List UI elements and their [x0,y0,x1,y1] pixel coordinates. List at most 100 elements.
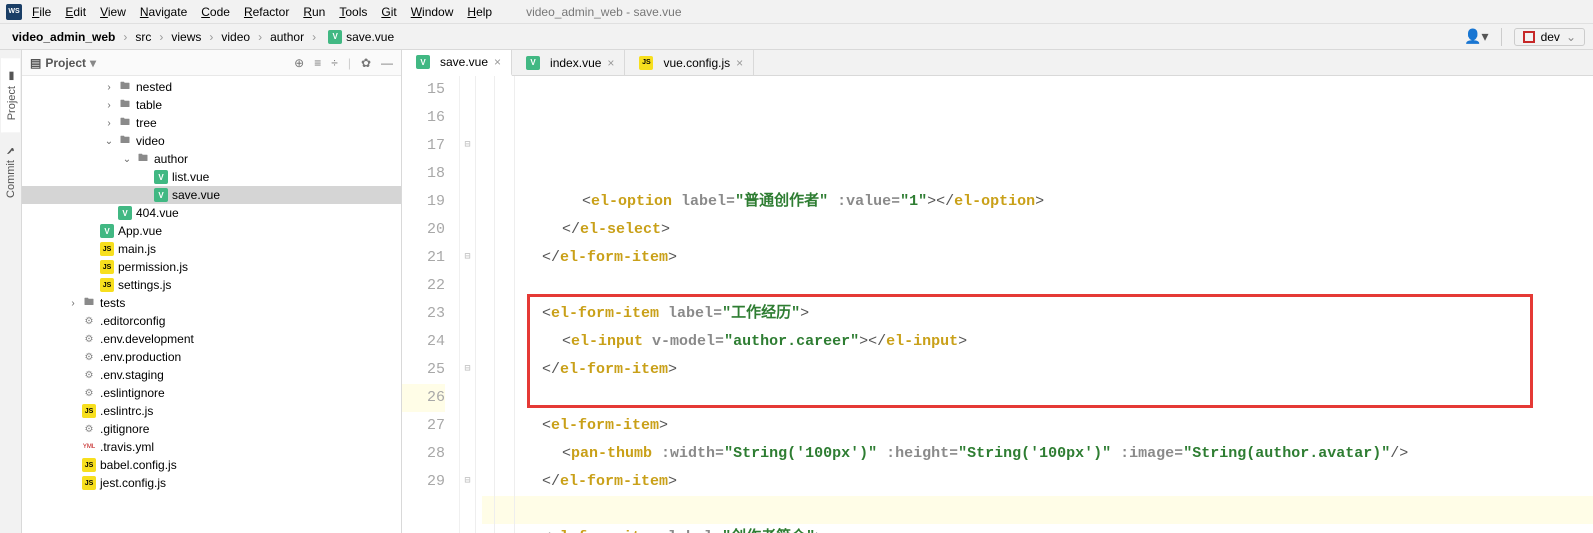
menu-edit[interactable]: Edit [65,5,86,19]
tree-node-nested[interactable]: ›🖿nested [22,78,401,96]
collapse-icon[interactable]: ÷ [331,56,338,70]
code-line[interactable]: <pan-thumb :width="String('100px')" :hei… [482,440,1593,468]
tree-node-list.vue[interactable]: ›list.vue [22,168,401,186]
code-area[interactable]: <el-option label="普通创作者" :value="1"></el… [476,76,1593,533]
tree-node-tree[interactable]: ›🖿tree [22,114,401,132]
tree-node-404.vue[interactable]: ›404.vue [22,204,401,222]
tree-node-video[interactable]: ⌄🖿video [22,132,401,150]
breadcrumb-author[interactable]: author [266,30,308,44]
tree-arrow-icon[interactable]: ⌄ [104,136,114,147]
fold-column[interactable]: ⊟ ⊟ ⊟ ⊟ [460,76,476,533]
tree-node-label: jest.config.js [100,476,166,490]
tool-tab-project[interactable]: Project ▮ [1,58,20,132]
menu-window[interactable]: Window [411,5,454,19]
gear-icon[interactable]: ✿ [361,56,371,70]
tree-node-settings.js[interactable]: ›settings.js [22,276,401,294]
run-config-dropdown[interactable]: dev ⌄ [1514,28,1585,46]
code-line[interactable]: <el-form-item label="工作经历"> [482,300,1593,328]
fold-marker[interactable] [460,188,475,216]
code-line[interactable]: <el-form-item label="创作者简介"> [482,524,1593,533]
tree-node-.eslintrc.js[interactable]: ›.eslintrc.js [22,402,401,420]
hide-icon[interactable]: — [381,56,393,70]
code-line[interactable]: </el-form-item> [482,356,1593,384]
tree-node-.env.staging[interactable]: ›.env.staging [22,366,401,384]
tree-node-.env.production[interactable]: ›.env.production [22,348,401,366]
fold-marker[interactable]: ⊟ [460,356,475,384]
fold-marker[interactable] [460,160,475,188]
tree-node-author[interactable]: ⌄🖿author [22,150,401,168]
tree-node-.travis.yml[interactable]: ›.travis.yml [22,438,401,456]
tab-save.vue[interactable]: save.vue× [402,50,512,76]
tree-arrow-icon[interactable]: ⌄ [122,154,132,165]
close-icon[interactable]: × [736,56,743,70]
menu-navigate[interactable]: Navigate [140,5,187,19]
tab-index.vue[interactable]: index.vue× [512,50,625,75]
menu-view[interactable]: View [100,5,126,19]
user-icon[interactable]: 👤▾ [1464,28,1488,45]
tree-node-.eslintignore[interactable]: ›.eslintignore [22,384,401,402]
tree-node-.editorconfig[interactable]: ›.editorconfig [22,312,401,330]
tree-node-App.vue[interactable]: ›App.vue [22,222,401,240]
fold-marker[interactable] [460,272,475,300]
tree-node-.env.development[interactable]: ›.env.development [22,330,401,348]
fold-marker[interactable]: ⊟ [460,244,475,272]
fold-marker[interactable]: ⊟ [460,132,475,160]
tree-arrow-icon[interactable]: › [68,298,78,309]
code-line[interactable]: <el-input v-model="author.career"></el-i… [482,328,1593,356]
code-line[interactable] [482,384,1593,412]
fold-marker[interactable] [460,300,475,328]
breadcrumb-src[interactable]: src [131,30,155,44]
fold-marker[interactable]: ⊟ [460,468,475,496]
code-line[interactable] [482,272,1593,300]
tree-node-permission.js[interactable]: ›permission.js [22,258,401,276]
close-icon[interactable]: × [494,55,501,69]
fold-marker[interactable] [460,412,475,440]
menu-file[interactable]: File [32,5,51,19]
project-pane-title[interactable]: ▤ Project ▾ [30,56,96,70]
code-line[interactable]: <el-form-item> [482,412,1593,440]
code-line[interactable]: </el-form-item> [482,468,1593,496]
code-line[interactable]: </el-select> [482,216,1593,244]
project-tree[interactable]: ›🖿nested›🖿table›🖿tree⌄🖿video⌄🖿author›lis… [22,76,401,533]
fold-marker[interactable] [460,216,475,244]
tree-node-label: babel.config.js [100,458,177,472]
breadcrumb-video[interactable]: video [217,30,254,44]
locate-icon[interactable]: ⊕ [294,56,304,70]
menu-run[interactable]: Run [303,5,325,19]
cfg-icon [82,332,96,346]
code-line[interactable]: <el-option label="普通创作者" :value="1"></el… [482,188,1593,216]
tree-node-jest.config.js[interactable]: ›jest.config.js [22,474,401,492]
tree-arrow-icon[interactable]: › [104,118,114,129]
code-line[interactable] [482,496,1593,524]
breadcrumb-video_admin_web[interactable]: video_admin_web [8,30,119,44]
expand-icon[interactable]: ≡ [314,56,321,70]
tree-node-table[interactable]: ›🖿table [22,96,401,114]
line-number: 20 [402,216,445,244]
menu-help[interactable]: Help [467,5,492,19]
menu-refactor[interactable]: Refactor [244,5,289,19]
close-icon[interactable]: × [607,56,614,70]
menu-git[interactable]: Git [381,5,396,19]
tree-node-.gitignore[interactable]: ›.gitignore [22,420,401,438]
editor[interactable]: 151617181920212223242526272829 ⊟⊟⊟⊟ <el-… [402,76,1593,533]
tree-node-babel.config.js[interactable]: ›babel.config.js [22,456,401,474]
tree-arrow-icon[interactable]: › [104,82,114,93]
breadcrumb-save.vue[interactable]: save.vue [320,30,398,44]
code-line[interactable]: </el-form-item> [482,244,1593,272]
fold-marker[interactable] [460,328,475,356]
tree-node-save.vue[interactable]: ›save.vue [22,186,401,204]
tree-node-tests[interactable]: ›🖿tests [22,294,401,312]
menu-tools[interactable]: Tools [339,5,367,19]
fold-marker[interactable] [460,76,475,104]
fold-marker[interactable] [460,440,475,468]
tool-tab-commit[interactable]: Commit ✔ [2,132,19,210]
tree-node-main.js[interactable]: ›main.js [22,240,401,258]
fold-marker[interactable] [460,104,475,132]
cfg-icon [82,386,96,400]
line-number: 26 [402,384,445,412]
fold-marker[interactable] [460,384,475,412]
tree-arrow-icon[interactable]: › [104,100,114,111]
breadcrumb-views[interactable]: views [167,30,205,44]
menu-code[interactable]: Code [201,5,230,19]
tab-vue.config.js[interactable]: vue.config.js× [625,50,754,75]
